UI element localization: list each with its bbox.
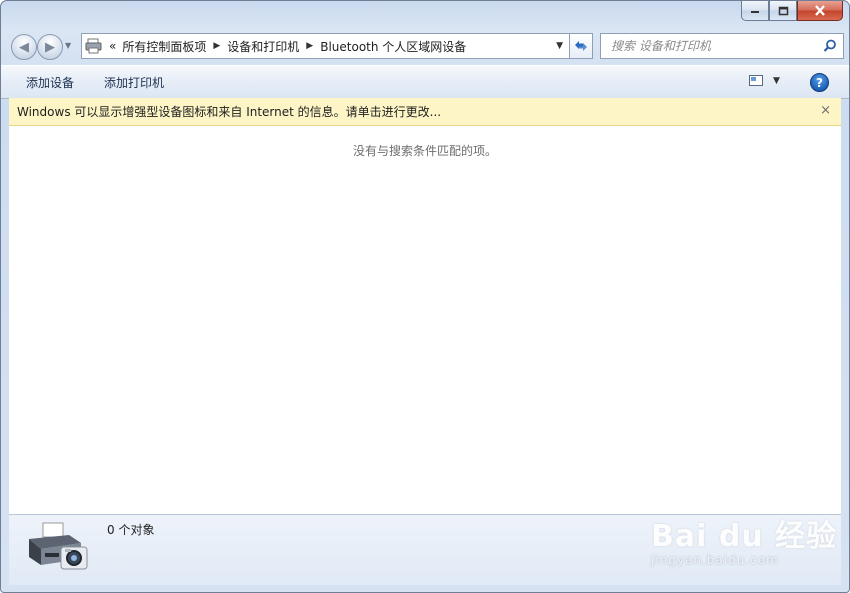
breadcrumb-devices-printers[interactable]: 设备和打印机 xyxy=(227,38,299,55)
back-button[interactable]: ◀ xyxy=(11,34,37,60)
view-icon xyxy=(749,75,763,86)
navigation-row: ◀ ▶ ▼ « 所有控制面板项 ▶ 设备和打印机 ▶ Bluetooth 个人区… xyxy=(9,33,844,60)
refresh-button[interactable] xyxy=(570,33,593,59)
minimize-icon xyxy=(751,10,759,13)
info-bar[interactable]: Windows 可以显示增强型设备图标和来自 Internet 的信息。请单击进… xyxy=(9,98,841,126)
help-button[interactable]: ? xyxy=(810,73,829,92)
breadcrumb-control-panel[interactable]: 所有控制面板项 xyxy=(122,38,206,55)
view-dropdown-icon: ▼ xyxy=(773,76,780,86)
close-button[interactable] xyxy=(797,1,843,21)
close-icon xyxy=(815,5,825,16)
minimize-button[interactable] xyxy=(741,1,769,21)
info-bar-message[interactable]: Windows 可以显示增强型设备图标和来自 Internet 的信息。请单击进… xyxy=(17,103,441,120)
search-input[interactable] xyxy=(609,38,823,54)
search-box[interactable] xyxy=(600,33,844,59)
forward-button[interactable]: ▶ xyxy=(37,34,63,60)
empty-results-message: 没有与搜索条件匹配的项。 xyxy=(352,144,497,158)
help-icon: ? xyxy=(816,75,823,90)
refresh-icon xyxy=(575,41,587,51)
forward-arrow-icon: ▶ xyxy=(45,39,55,55)
breadcrumb-bluetooth-pan[interactable]: Bluetooth 个人区域网设备 xyxy=(320,38,466,55)
address-overflow-chevron[interactable]: « xyxy=(109,39,117,53)
add-printer-button[interactable]: 添加打印机 xyxy=(104,74,164,91)
watermark-url: jingyan.baidu.com xyxy=(651,553,779,567)
search-icon[interactable] xyxy=(823,39,837,53)
explorer-window: ◀ ▶ ▼ « 所有控制面板项 ▶ 设备和打印机 ▶ Bluetooth 个人区… xyxy=(0,0,850,593)
info-bar-close-button[interactable]: × xyxy=(820,103,831,118)
printer-camera-icon xyxy=(29,522,88,570)
breadcrumb-arrow-icon[interactable]: ▶ xyxy=(306,41,313,51)
back-arrow-icon: ◀ xyxy=(19,39,29,55)
recent-pages-dropdown[interactable]: ▼ xyxy=(65,41,71,50)
command-bar: 添加设备 添加打印机 ▼ ? xyxy=(1,65,849,99)
address-bar[interactable]: « 所有控制面板项 ▶ 设备和打印机 ▶ Bluetooth 个人区域网设备 ▼ xyxy=(81,33,570,59)
caption-buttons xyxy=(741,1,843,21)
address-dropdown-icon[interactable]: ▼ xyxy=(556,41,563,51)
add-device-button[interactable]: 添加设备 xyxy=(26,74,74,91)
breadcrumb-arrow-icon[interactable]: ▶ xyxy=(213,41,220,51)
view-options-button[interactable]: ▼ xyxy=(749,75,780,87)
devices-printers-icon xyxy=(85,38,102,54)
baidu-watermark: Bai du 经验 jingyan.baidu.com xyxy=(651,511,837,567)
object-count: 0 个对象 xyxy=(107,523,155,537)
watermark-brand: Bai du 经验 xyxy=(651,519,838,554)
maximize-icon xyxy=(778,6,788,15)
maximize-button[interactable] xyxy=(769,1,797,21)
content-area[interactable]: 没有与搜索条件匹配的项。 xyxy=(9,126,841,514)
